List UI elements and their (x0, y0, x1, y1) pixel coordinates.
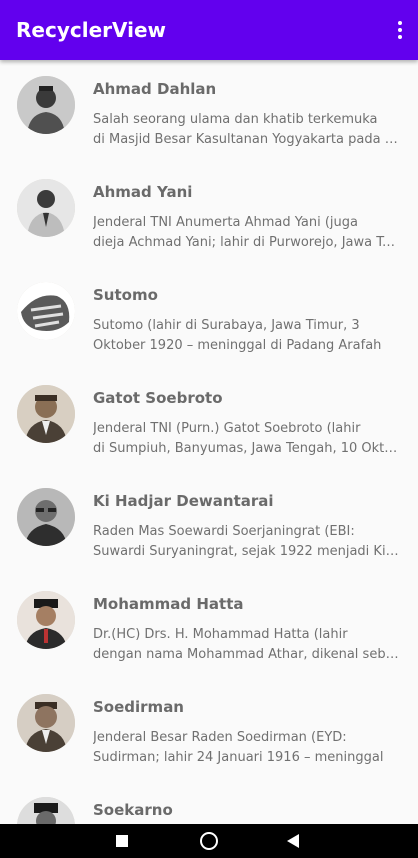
avatar (17, 385, 75, 443)
avatar (17, 282, 75, 340)
avatar (17, 694, 75, 752)
hero-description: Salah seorang ulama dan khatib terkemuka… (93, 112, 401, 147)
system-nav-bar (0, 824, 418, 858)
app-bar: RecyclerView (0, 0, 418, 60)
hero-name: Soedirman (93, 698, 184, 716)
hero-description: Dr.(HC) Drs. H. Mohammad Hatta (lahir den… (93, 627, 401, 662)
list-item[interactable]: Soedirman Jenderal Besar Raden Soedirman… (0, 678, 418, 781)
list-item[interactable]: Ahmad Dahlan Salah seorang ulama dan kha… (0, 60, 418, 163)
avatar (17, 488, 75, 546)
back-icon[interactable] (287, 834, 299, 848)
hero-list[interactable]: Ahmad Dahlan Salah seorang ulama dan kha… (0, 60, 418, 824)
list-item[interactable]: Mohammad Hatta Dr.(HC) Drs. H. Mohammad … (0, 575, 418, 678)
list-item[interactable]: Sutomo Sutomo (lahir di Surabaya, Jawa T… (0, 266, 418, 369)
hero-name: Ahmad Dahlan (93, 80, 217, 98)
hero-name: Ki Hadjar Dewantarai (93, 492, 274, 510)
hero-description: Sutomo (lahir di Surabaya, Jawa Timur, 3… (93, 318, 382, 353)
recent-apps-icon[interactable] (116, 835, 128, 847)
hero-description: Jenderal Besar Raden Soedirman (EYD: Sudi… (93, 730, 384, 765)
list-item[interactable]: Soekarno (0, 781, 418, 824)
more-options-icon[interactable] (394, 16, 406, 44)
hero-name: Sutomo (93, 286, 158, 304)
hero-name: Soekarno (93, 801, 173, 819)
hero-description: Jenderal TNI Anumerta Ahmad Yani (juga di… (93, 215, 401, 250)
app-title: RecyclerView (16, 18, 167, 42)
avatar (17, 591, 75, 649)
hero-name: Mohammad Hatta (93, 595, 244, 613)
avatar (17, 76, 75, 134)
list-item[interactable]: Ahmad Yani Jenderal TNI Anumerta Ahmad Y… (0, 163, 418, 266)
home-icon[interactable] (200, 832, 218, 850)
list-item[interactable]: Ki Hadjar Dewantarai Raden Mas Soewardi … (0, 472, 418, 575)
list-item[interactable]: Gatot Soebroto Jenderal TNI (Purn.) Gato… (0, 369, 418, 472)
hero-name: Gatot Soebroto (93, 389, 223, 407)
hero-description: Jenderal TNI (Purn.) Gatot Soebroto (lah… (93, 421, 401, 456)
hero-description: Raden Mas Soewardi Soerjaningrat (EBI: Su… (93, 524, 401, 559)
avatar (17, 179, 75, 237)
avatar (17, 797, 75, 824)
hero-name: Ahmad Yani (93, 183, 193, 201)
